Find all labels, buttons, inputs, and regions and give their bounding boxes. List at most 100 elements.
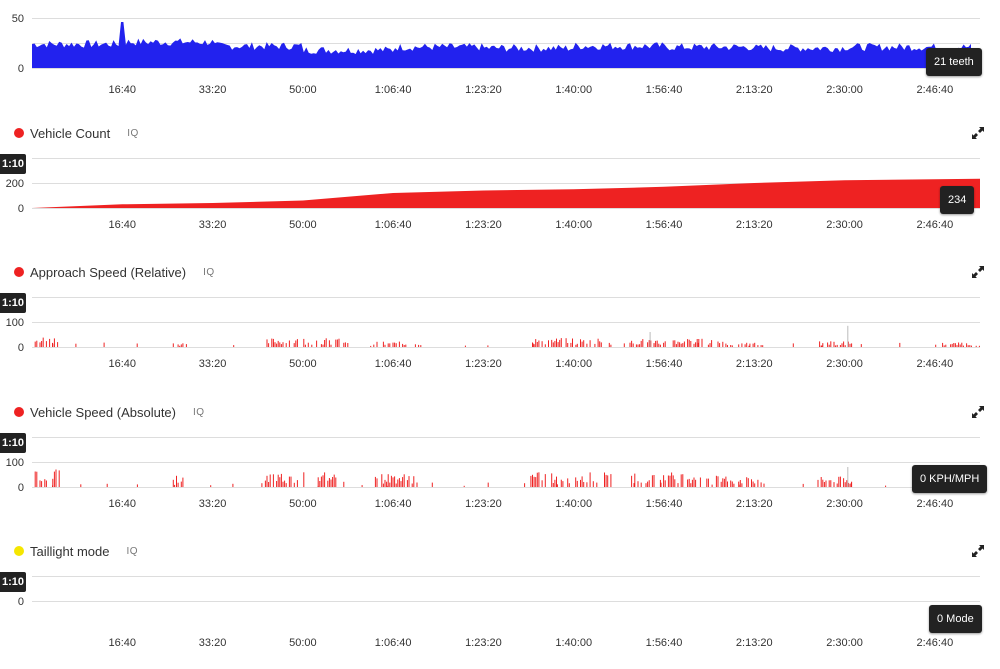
speed-bar (106, 483, 108, 487)
speed-bar (696, 339, 698, 347)
speed-bar (717, 476, 719, 487)
speed-bar (629, 342, 631, 347)
speed-bar (343, 481, 345, 487)
speed-bar (533, 476, 535, 487)
speed-bar (653, 343, 655, 347)
speed-bar (730, 480, 732, 487)
speed-bar (707, 344, 709, 347)
speed-bar (296, 480, 298, 487)
speed-bar (57, 342, 59, 347)
x-tick-label: 1:56:40 (646, 219, 683, 231)
speed-spike (649, 332, 651, 347)
speed-bar (324, 472, 326, 487)
speed-bar (899, 342, 901, 347)
speed-bar (607, 475, 609, 487)
speed-bar (386, 485, 388, 487)
speed-bar (322, 475, 324, 487)
y-tick-label: 100 (6, 457, 24, 469)
speed-bar (45, 341, 47, 347)
speed-bar (719, 343, 721, 347)
speed-bar (347, 343, 349, 347)
speed-bar (172, 343, 174, 347)
speed-bar (741, 343, 743, 347)
speed-bar (42, 337, 44, 347)
x-tick-label: 1:40:00 (555, 637, 592, 649)
speed-bar (293, 343, 295, 347)
speed-bar (402, 343, 404, 347)
speed-bar (330, 479, 332, 487)
time-cursor-badge: 1:10 (0, 572, 26, 592)
speed-bar (279, 477, 281, 487)
speed-bar (835, 345, 837, 347)
x-tick-label: 1:40:00 (555, 358, 592, 370)
speed-bar (280, 344, 282, 347)
speed-bar (44, 479, 46, 487)
speed-bar (583, 482, 585, 487)
speed-bar (958, 342, 960, 347)
speed-bar (293, 482, 295, 487)
speed-bar (959, 344, 961, 347)
speed-bar (576, 343, 578, 347)
speed-bar (632, 343, 634, 347)
speed-bar (762, 345, 764, 347)
speed-bar (394, 342, 396, 347)
speed-bar (420, 345, 422, 347)
speed-bar (687, 479, 689, 487)
speed-bar (580, 479, 581, 487)
speed-bar (699, 477, 701, 487)
speed-bar (760, 345, 762, 347)
speed-bar (659, 344, 661, 347)
speed-bar (849, 343, 851, 347)
speed-bar (717, 341, 719, 347)
speed-bar (633, 483, 635, 487)
vehicle-speed-current-value-badge: 0 KPH/MPH (912, 465, 988, 493)
speed-bar (556, 338, 557, 347)
speed-bar (389, 343, 391, 347)
speed-bar (53, 338, 55, 347)
speed-bar (667, 475, 669, 487)
speed-bar (711, 340, 713, 347)
speed-bar (757, 345, 759, 347)
speed-bar (942, 342, 944, 347)
speed-bar (631, 475, 633, 487)
speed-bar (182, 477, 184, 487)
speed-bar (392, 342, 394, 347)
speed-bar (648, 480, 650, 487)
speed-bar (136, 343, 138, 347)
speed-bar (738, 481, 740, 487)
x-tick-label: 2:46:40 (917, 637, 954, 649)
taillight-mode-chart: 0 16:40 33:20 50:00 1:06:40 1:23:20 1:40:00 1:5… (18, 576, 980, 649)
speed-bar (52, 485, 53, 487)
speed-bar (820, 477, 822, 487)
x-tick-label: 16:40 (109, 84, 137, 96)
speed-bar (176, 475, 177, 487)
speed-bar (395, 343, 397, 347)
speed-bar (556, 476, 557, 487)
speed-bar (532, 474, 533, 487)
speed-bar (675, 344, 677, 347)
speed-bar (541, 341, 543, 347)
speed-bar (538, 472, 540, 487)
speed-bar (303, 338, 305, 347)
speed-bar (560, 338, 562, 347)
speed-bar (320, 476, 322, 487)
speed-bar (731, 345, 733, 347)
speed-bar (324, 340, 326, 347)
speed-bar (653, 475, 655, 487)
speed-bar (397, 479, 399, 487)
speed-bar (600, 342, 602, 347)
speed-bar (34, 471, 36, 487)
speed-bar (639, 344, 641, 347)
speed-bar (576, 480, 578, 487)
speed-bar (631, 340, 633, 347)
speed-bar (752, 343, 754, 347)
speed-bar (210, 485, 212, 487)
speed-bar (384, 479, 386, 487)
x-tick-label: 2:46:40 (917, 84, 954, 96)
speed-bar (402, 477, 404, 487)
speed-bar (400, 481, 402, 487)
speed-bar (182, 343, 184, 347)
speed-bar (261, 483, 263, 487)
speed-bar (328, 478, 330, 487)
speed-bar (833, 482, 835, 487)
